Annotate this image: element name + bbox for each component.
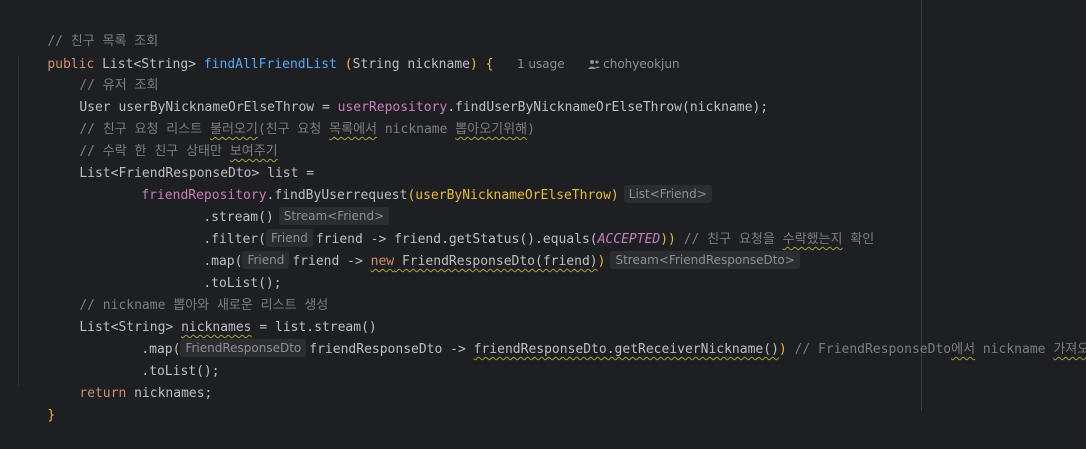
- code-line-16[interactable]: .toList();: [0, 339, 1086, 379]
- code-line-4[interactable]: User userByNicknameOrElseThrow = userRep…: [0, 75, 1086, 115]
- code-line-6[interactable]: // 수락 한 친구 상태만 보여주기: [0, 119, 1086, 159]
- code-line-15[interactable]: .map(FriendResponseDto friendResponseDto …: [0, 317, 1086, 357]
- code-line-10[interactable]: .filter(Friend friend -> friend.getStatus…: [0, 207, 1086, 247]
- code-line-7[interactable]: List<FriendResponseDto> list =: [0, 141, 1086, 181]
- code-line-5[interactable]: // 친구 요청 리스트 불러오기(친구 요청 목록에서 nickname 뽑아…: [0, 97, 1086, 137]
- code-line-3[interactable]: // 유저 조회: [0, 53, 1086, 93]
- brace-close: }: [47, 408, 56, 423]
- code-line-17[interactable]: return nicknames;: [0, 361, 1086, 401]
- code-line-12[interactable]: .toList();: [0, 251, 1086, 291]
- code-line-18[interactable]: }: [0, 383, 1086, 423]
- code-line-2[interactable]: public List<String> findAllFriendList (S…: [0, 31, 1086, 72]
- code-line-8[interactable]: friendRepository.findByUserrequest(userB…: [0, 163, 1086, 203]
- code-line-14[interactable]: List<String> nicknames = list.stream(): [0, 295, 1086, 335]
- code-line-11[interactable]: .map(Friend friend -> new FriendResponseD…: [0, 229, 1086, 269]
- code-line-1[interactable]: // 친구 목록 조회: [0, 9, 1086, 49]
- code-line-13[interactable]: // nickname 뽑아와 새로운 리스트 생성: [0, 273, 1086, 313]
- code-editor[interactable]: // 친구 목록 조회 public List<String> findAllF…: [0, 0, 1086, 423]
- code-line-9[interactable]: .stream() Stream<Friend>: [0, 185, 1086, 225]
